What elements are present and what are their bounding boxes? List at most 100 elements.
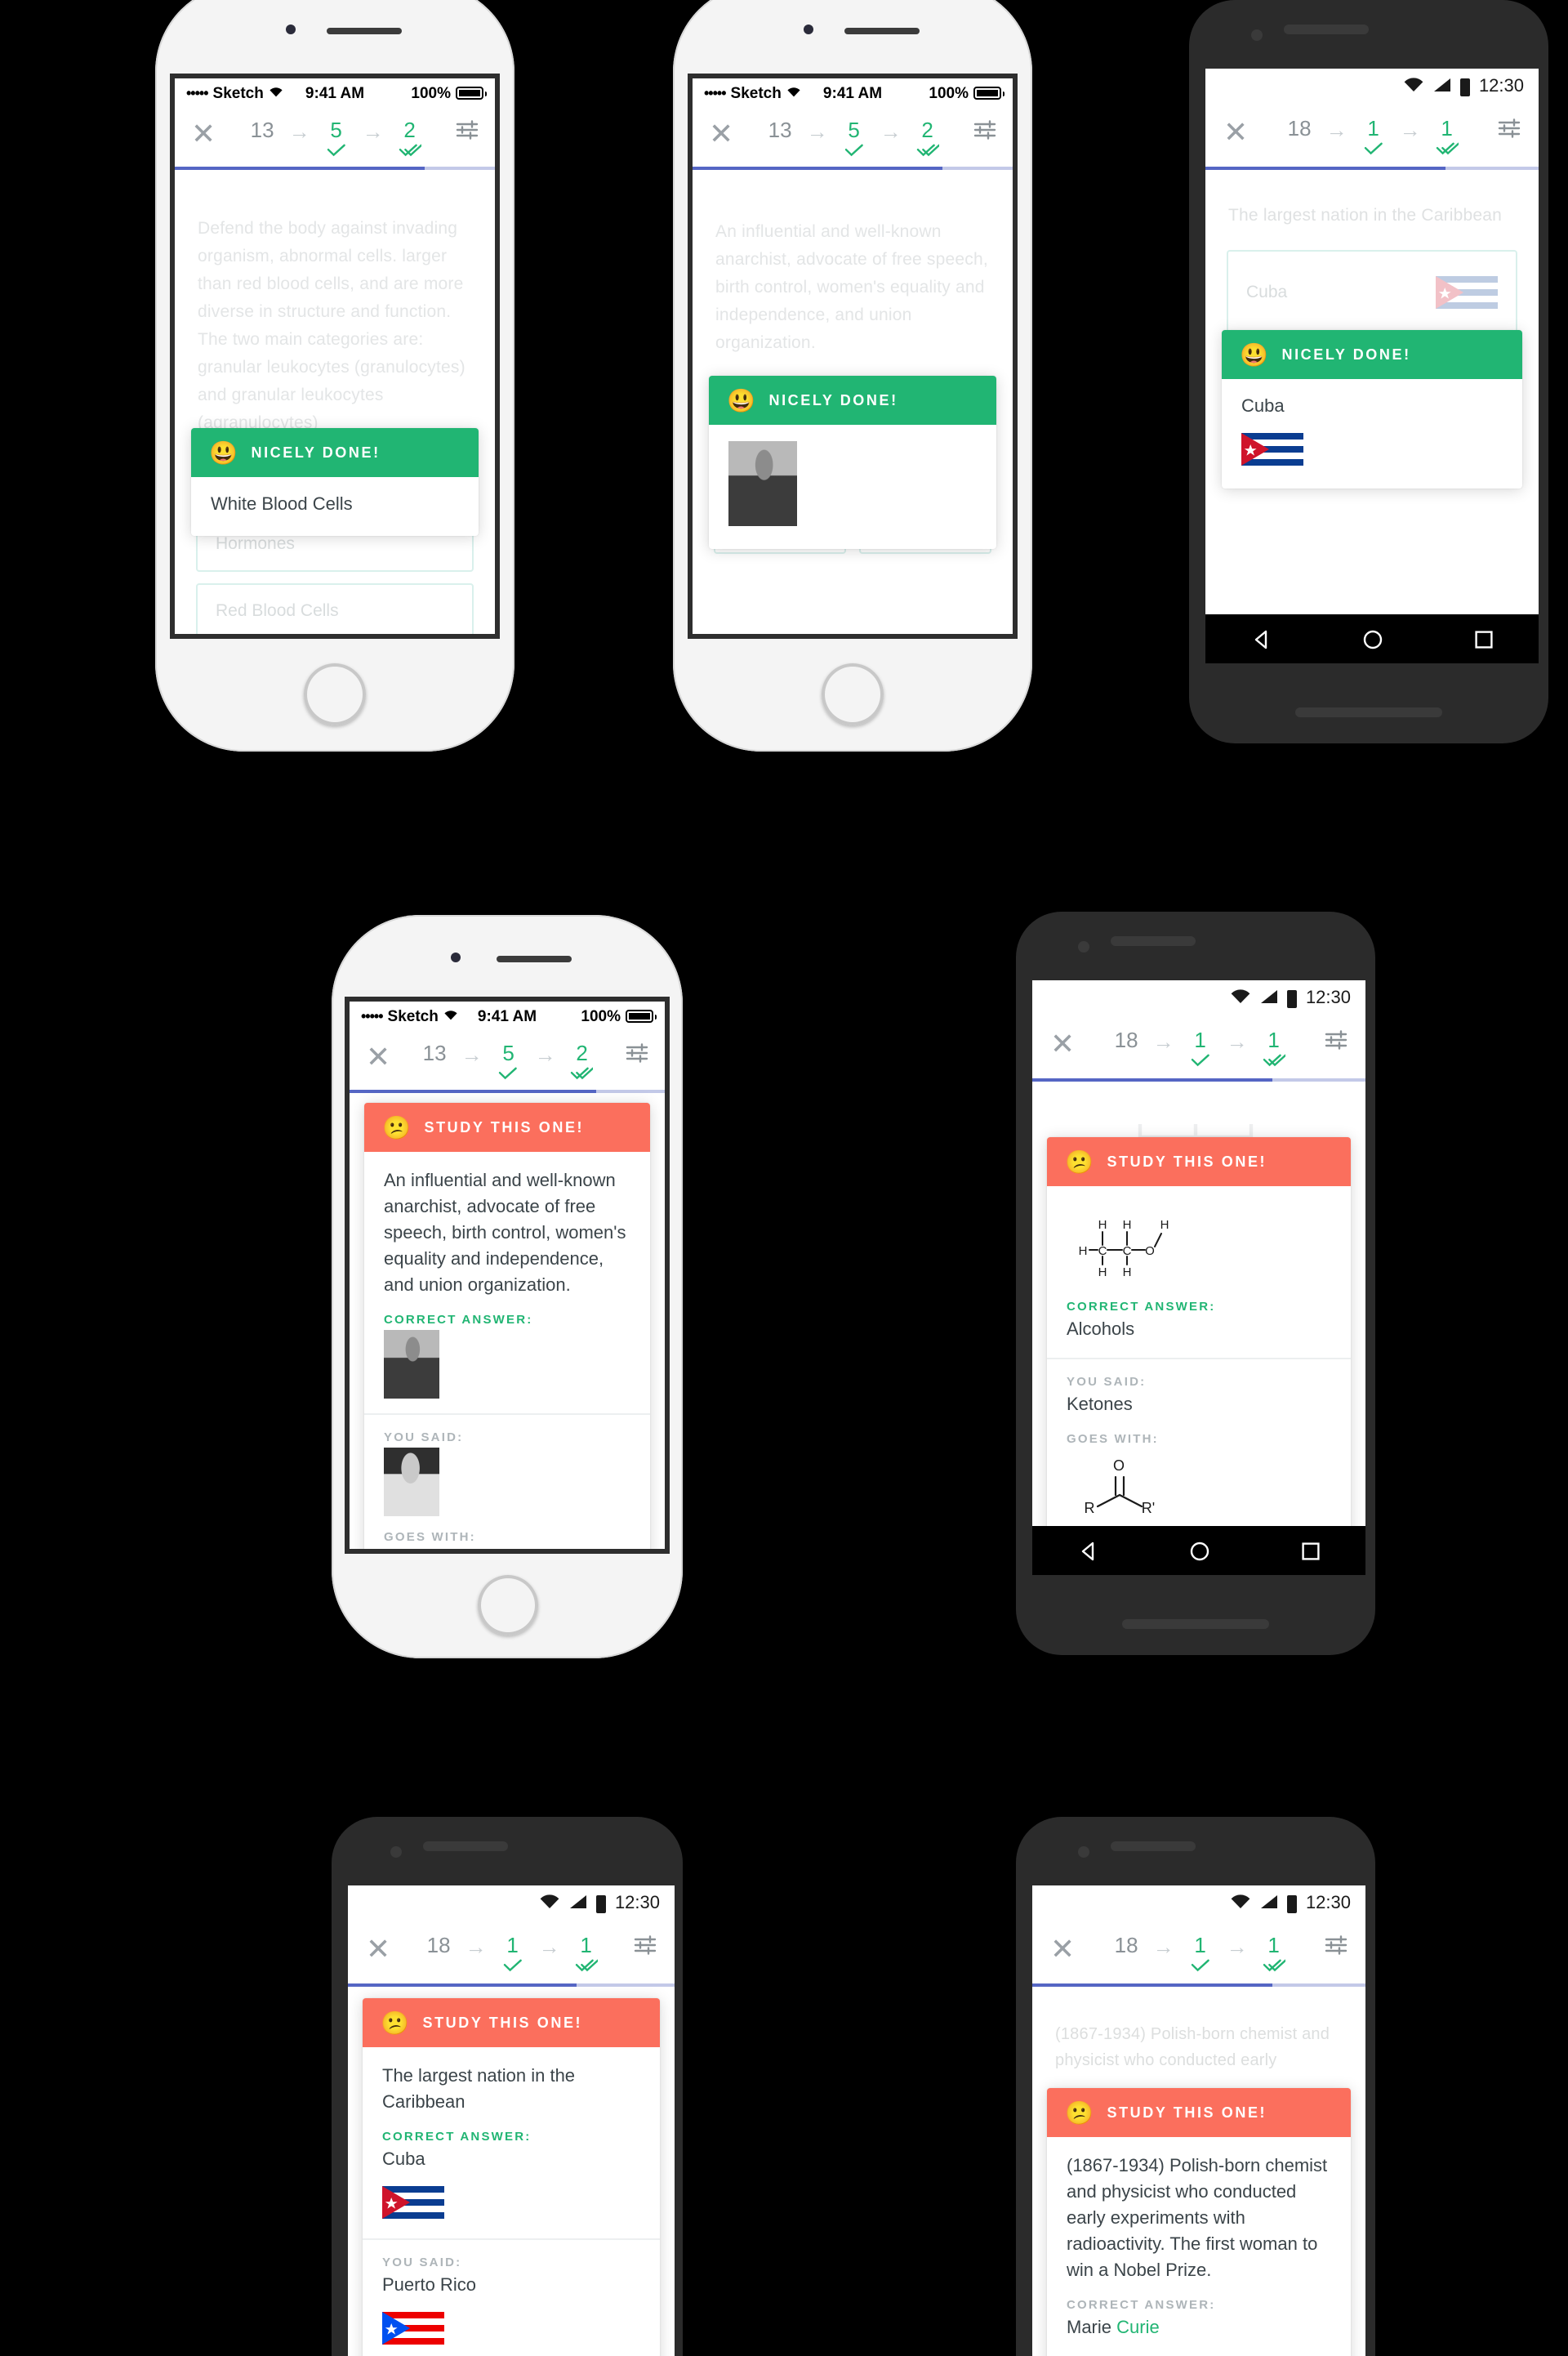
grinning-face-icon: 😃	[727, 387, 758, 413]
wifi-icon	[443, 1007, 460, 1025]
back-icon[interactable]	[1250, 628, 1272, 649]
feedback-banner-study: 😕 STUDY THIS ONE!	[1047, 2088, 1351, 2137]
carrier-label: Sketch	[730, 84, 782, 102]
goes-with-text: Polish-born German revolutionary and agi…	[384, 1547, 630, 1549]
home-icon[interactable]	[1361, 628, 1383, 649]
recents-icon[interactable]	[1299, 1540, 1321, 1561]
feedback-banner-study: 😕 STUDY THIS ONE!	[1047, 1137, 1351, 1186]
arrow-icon-1: →	[465, 1934, 487, 1959]
arrow-icon-2: →	[362, 119, 384, 144]
correct-answer-label: CORRECT ANSWER:	[382, 2129, 532, 2144]
sliders-icon[interactable]	[1325, 1934, 1348, 1964]
correct-answer-label: CORRECT ANSWER:	[1067, 1299, 1216, 1314]
cuba-flag	[382, 2186, 640, 2219]
count-total: 13	[768, 118, 792, 142]
correct-answer-prefix: Marie	[1067, 2318, 1117, 2338]
close-icon[interactable]: ✕	[1050, 1934, 1075, 1964]
wifi-icon	[1231, 988, 1252, 1009]
battery-icon	[973, 87, 1004, 100]
count-total: 18	[1114, 1933, 1138, 1957]
sliders-icon[interactable]	[1498, 118, 1521, 147]
screen-2-body: An influential and well-known anarchist,…	[693, 170, 1013, 634]
single-check-icon	[503, 1959, 523, 1975]
arrow-icon-2: →	[1226, 1029, 1248, 1054]
close-icon[interactable]: ✕	[366, 1934, 390, 1964]
count-mastered: 1	[1263, 1934, 1286, 1975]
confused-face-icon: 😕	[1065, 2099, 1096, 2126]
home-button[interactable]	[304, 663, 366, 725]
banner-label: STUDY THIS ONE!	[1107, 1153, 1267, 1170]
close-icon[interactable]: ✕	[1050, 1029, 1075, 1059]
status-time: 12:30	[1478, 77, 1524, 96]
option-row-red-blood-cells[interactable]: Red Blood Cells	[196, 583, 474, 634]
back-icon[interactable]	[1077, 1540, 1098, 1561]
close-icon[interactable]: ✕	[709, 119, 733, 149]
progress-counters: 18 → 1 → 1	[1075, 1934, 1325, 1975]
recents-icon[interactable]	[1472, 628, 1494, 649]
progress-counters: 18 → 1 → 1	[390, 1934, 634, 1975]
app-toolbar-2: ✕ 13 → 5 → 2	[693, 108, 1013, 167]
count-mastered: 2	[571, 1042, 595, 1083]
feedback-banner-correct: 😃 NICELY DONE!	[709, 376, 996, 425]
screen-1: ••••• Sketch 9:41 AM 100% ✕ 13 → 5 → 2 D…	[175, 78, 495, 634]
screen-3-body: The largest nation in the Caribbean Cuba	[1205, 170, 1539, 663]
emma-goldman-portrait	[728, 441, 797, 526]
single-check-icon	[844, 144, 864, 160]
option-label: Red Blood Cells	[216, 601, 339, 621]
sliders-icon[interactable]	[634, 1934, 657, 1964]
feedback-card-3: 😃 NICELY DONE! Cuba	[1222, 330, 1522, 489]
ios-status-bar: ••••• Sketch 9:41 AM 100%	[350, 1002, 665, 1031]
prompt-ghost-2: An influential and well-known anarchist,…	[715, 222, 988, 353]
home-button[interactable]	[822, 663, 884, 725]
sliders-icon[interactable]	[1325, 1029, 1348, 1059]
bottom-bar	[1295, 707, 1442, 717]
sliders-icon[interactable]	[973, 119, 996, 149]
ketone-structure: O R R'	[1076, 1452, 1331, 1526]
arrow-icon-2: →	[1226, 1934, 1248, 1959]
prompt-ghost-7: (1867-1934) Polish-born chemist and phys…	[1055, 2026, 1330, 2070]
screen-1-body: Defend the body against invading organis…	[175, 170, 495, 634]
answer-text: Cuba	[1241, 397, 1285, 417]
device-android-3: 12:30 ✕ 18 → 1 → 1 😕 STUDY THIS ONE! The…	[332, 1817, 683, 2356]
wifi-icon	[540, 1893, 561, 1914]
answer-text: White Blood Cells	[211, 495, 353, 515]
cellular-icon	[1433, 76, 1453, 97]
carrier-label: Sketch	[387, 1007, 439, 1025]
svg-text:O: O	[1113, 1457, 1125, 1474]
option-row-cuba[interactable]: Cuba	[1227, 250, 1517, 335]
banner-label: STUDY THIS ONE!	[424, 1119, 585, 1136]
grinning-face-icon: 😃	[1240, 341, 1271, 368]
battery-icon	[1460, 78, 1471, 96]
count-learning: 1	[1189, 1934, 1212, 1975]
prompt-ghost-3: The largest nation in the Caribbean	[1228, 206, 1503, 225]
study-card-7: 😕 STUDY THIS ONE! (1867-1934) Polish-bor…	[1047, 2088, 1351, 2356]
cuba-flag	[1241, 433, 1503, 466]
front-camera	[1251, 29, 1263, 41]
screen-6-body: 😕 STUDY THIS ONE! The largest nation in …	[348, 1987, 675, 2356]
count-total: 18	[1114, 1028, 1138, 1052]
earpiece-speaker	[423, 1841, 508, 1851]
screen-6: 12:30 ✕ 18 → 1 → 1 😕 STUDY THIS ONE! The…	[348, 1885, 675, 2356]
close-icon[interactable]: ✕	[366, 1042, 390, 1072]
feedback-banner-study: 😕 STUDY THIS ONE!	[363, 1998, 660, 2047]
close-icon[interactable]: ✕	[1223, 118, 1248, 147]
battery-percent: 100%	[411, 84, 451, 102]
double-check-icon	[1263, 1054, 1286, 1070]
android-status-bar: 12:30	[348, 1885, 675, 1921]
goes-with-label: GOES WITH:	[1067, 1431, 1159, 1446]
you-said-text: Puerto Rico	[382, 2276, 476, 2296]
app-toolbar-5: ✕ 18 → 1 → 1	[1032, 1016, 1365, 1078]
screen-3: 12:30 ✕ 18 → 1 → 1 The largest nation in…	[1205, 69, 1539, 663]
count-learning: 5	[325, 118, 348, 160]
home-button[interactable]	[477, 1575, 537, 1635]
sliders-icon[interactable]	[456, 119, 479, 149]
arrow-icon-1: →	[806, 119, 828, 144]
single-check-icon	[499, 1067, 519, 1083]
correct-answer-text: Marie Curie	[1067, 2315, 1331, 2341]
sliders-icon[interactable]	[626, 1042, 648, 1072]
battery-icon	[626, 1010, 657, 1023]
close-icon[interactable]: ✕	[191, 119, 216, 149]
cuba-flag	[1436, 276, 1498, 309]
earpiece-speaker	[327, 28, 402, 34]
home-icon[interactable]	[1188, 1540, 1209, 1561]
